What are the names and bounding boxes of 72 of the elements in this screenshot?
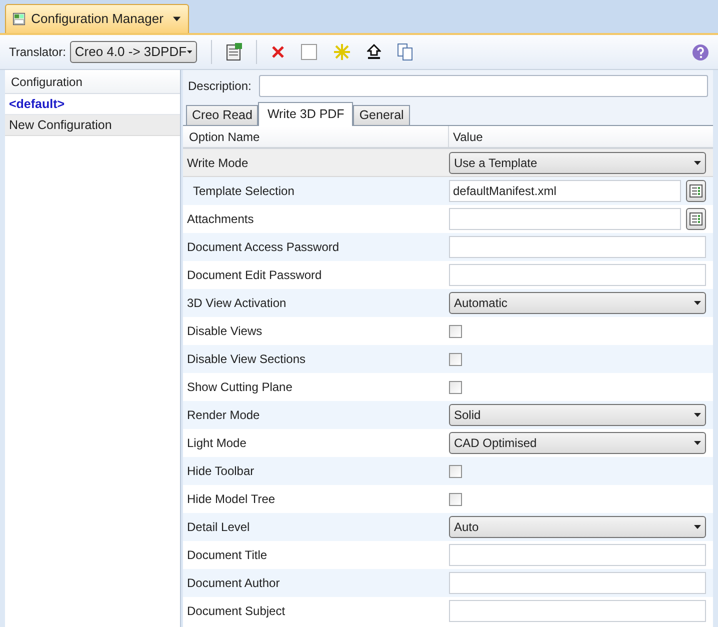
option-label: Hide Model Tree [187, 492, 276, 506]
tab[interactable]: Creo Read [186, 105, 258, 125]
blank-icon[interactable] [300, 44, 317, 60]
grid-row[interactable]: Hide Toolbar [183, 457, 713, 485]
caret-icon [694, 441, 701, 445]
value-dropdown[interactable]: Automatic [449, 292, 706, 314]
checkbox[interactable] [449, 324, 462, 338]
text-field[interactable] [449, 600, 706, 622]
option-label: Disable View Sections [187, 352, 306, 366]
help-icon[interactable] [692, 44, 709, 60]
option-label: Document Author [187, 576, 280, 590]
value-dropdown[interactable]: Use a Template [449, 152, 706, 174]
grid-row[interactable]: Detail Level Auto [183, 513, 713, 541]
option-label: Render Mode [187, 408, 260, 422]
file-field[interactable] [449, 208, 681, 230]
delete-icon[interactable] [270, 45, 285, 59]
translator-dropdown[interactable]: Creo 4.0 -> 3DPDF [70, 41, 197, 63]
caret-icon [694, 301, 701, 305]
text-field[interactable] [449, 264, 706, 286]
option-label: Document Title [187, 548, 268, 562]
grid-row[interactable]: 3D View Activation Automatic [183, 289, 713, 317]
grid-row[interactable]: Disable View Sections [183, 345, 713, 373]
browse-button[interactable] [686, 180, 706, 202]
option-label: Document Subject [187, 604, 286, 618]
option-label: Write Mode [187, 156, 248, 170]
checkbox[interactable] [449, 380, 462, 394]
grid-row[interactable]: Write Mode Use a Template [183, 149, 713, 177]
tab-title: Configuration Manager [31, 10, 164, 28]
browse-button[interactable] [686, 208, 706, 230]
value-dropdown[interactable]: CAD Optimised [449, 432, 706, 454]
tab[interactable]: Write 3D PDF [258, 102, 354, 126]
text-field[interactable] [449, 236, 706, 258]
caret-icon [694, 525, 701, 529]
text-field[interactable] [449, 572, 706, 594]
upload-icon[interactable] [366, 44, 381, 60]
option-label: Disable Views [187, 324, 262, 338]
star-icon[interactable] [332, 43, 351, 61]
grid-row[interactable]: Document Access Password [183, 233, 713, 261]
caret-icon[interactable] [173, 16, 181, 22]
file-field[interactable]: defaultManifest.xml [449, 180, 681, 202]
description-field[interactable] [259, 74, 708, 96]
column-header: Option Name [183, 126, 449, 147]
configuration-manager-tab[interactable]: Configuration Manager [5, 4, 189, 33]
option-label: Detail Level [187, 520, 250, 534]
checkbox[interactable] [449, 464, 462, 478]
option-label: Show Cutting Plane [187, 380, 292, 394]
option-label: Hide Toolbar [187, 464, 254, 478]
grid-row[interactable]: Render Mode Solid [183, 401, 713, 429]
text-field[interactable] [449, 544, 706, 566]
caret-icon [694, 160, 701, 164]
option-label: Template Selection [193, 184, 294, 198]
option-label: Document Edit Password [187, 268, 322, 282]
value-dropdown[interactable]: Auto [449, 516, 706, 538]
translator-label: Translator: [9, 44, 66, 61]
save-icon[interactable] [226, 43, 242, 61]
option-label: 3D View Activation [187, 296, 286, 310]
column-header: Value [452, 128, 484, 146]
caret-icon [694, 413, 701, 417]
value-dropdown[interactable]: Solid [449, 404, 706, 426]
grid-row[interactable]: Template Selection defaultManifest.xml [183, 177, 713, 205]
option-label: Light Mode [187, 436, 246, 450]
tab[interactable]: General [353, 105, 410, 125]
configuration-item[interactable]: New Configuration [5, 115, 180, 136]
checkbox[interactable] [449, 492, 462, 506]
description-label: Description: [188, 78, 252, 94]
copy-icon[interactable] [396, 43, 413, 61]
caret-icon [186, 50, 192, 54]
option-label: Document Access Password [187, 240, 340, 254]
grid-row[interactable]: Document Author [183, 569, 713, 597]
app-icon [13, 11, 26, 27]
option-label: Attachments [187, 212, 254, 226]
checkbox[interactable] [449, 352, 462, 366]
